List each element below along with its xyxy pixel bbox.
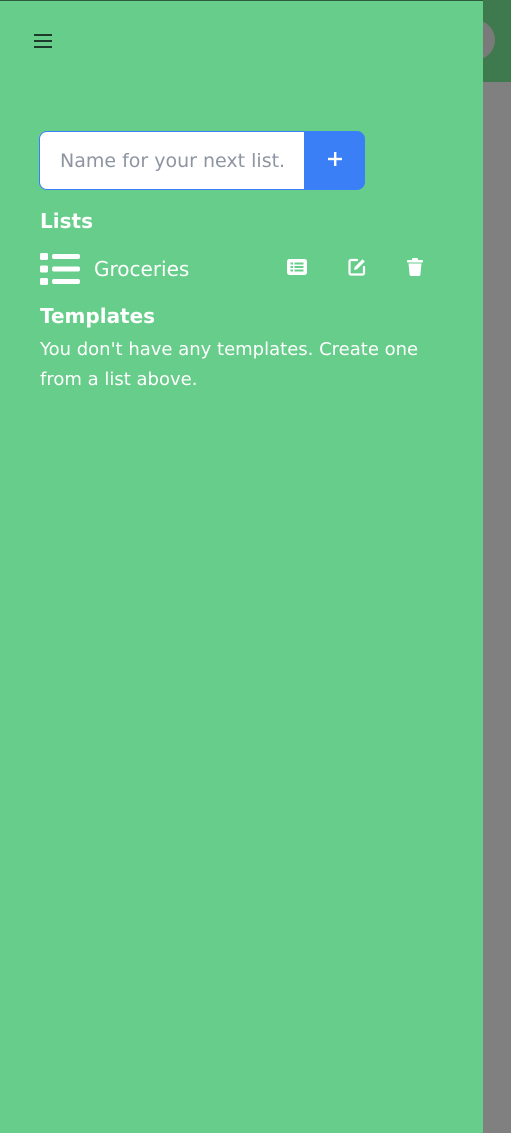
hamburger-menu-icon — [34, 33, 52, 52]
edit-icon — [348, 258, 366, 280]
edit-list-button[interactable] — [342, 251, 372, 287]
menu-toggle-button[interactable] — [26, 27, 60, 57]
list-details-button[interactable] — [282, 251, 312, 287]
new-list-form — [39, 131, 365, 190]
plus-icon — [327, 152, 342, 169]
side-drawer: Lists Groceries — [0, 0, 483, 1133]
add-list-button[interactable] — [304, 131, 365, 190]
list-details-icon — [287, 259, 307, 279]
lists-heading: Lists — [40, 209, 93, 233]
list-item-name[interactable]: Groceries — [94, 257, 189, 281]
trash-icon — [407, 258, 423, 280]
templates-empty-message: You don't have any templates. Create one… — [40, 339, 419, 390]
delete-list-button[interactable] — [400, 251, 430, 287]
list-icon — [40, 252, 80, 286]
list-item[interactable]: Groceries — [40, 251, 440, 287]
new-list-name-input[interactable] — [39, 131, 304, 190]
templates-heading: Templates — [40, 304, 156, 328]
